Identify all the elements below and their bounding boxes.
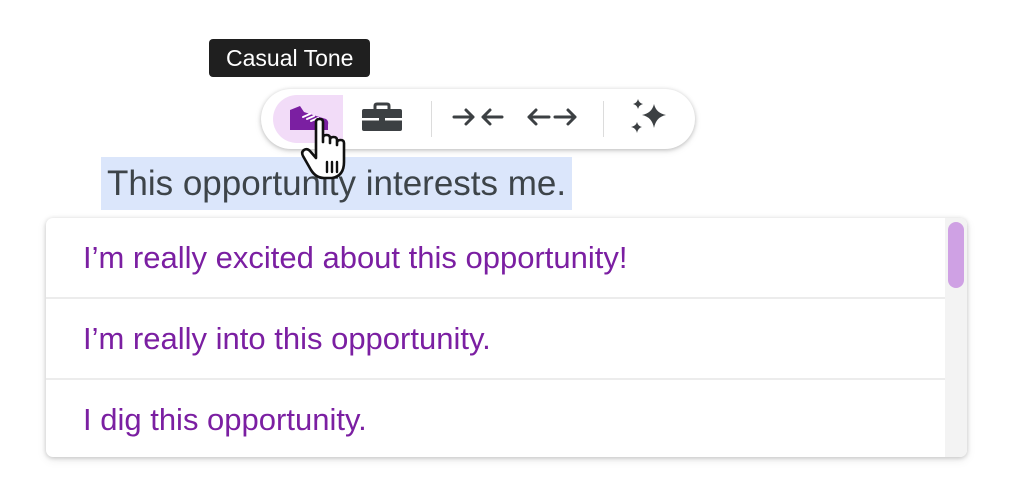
suggestion-item[interactable]: I’m really into this opportunity. [46,299,945,379]
hand-cursor-icon [300,117,360,184]
editor-canvas: Casual Tone This opportunity interests m… [0,0,1024,500]
suggestions-list: I’m really excited about this opportunit… [46,218,967,457]
toolbar-divider [603,101,604,137]
shorten-button[interactable] [445,95,511,143]
suggestion-item[interactable]: I dig this opportunity. [46,380,945,457]
rephrase-button[interactable] [617,95,683,143]
tooltip-text: Casual Tone [226,45,354,71]
tooltip: Casual Tone [209,39,371,77]
suggestion-text: I’m really into this opportunity. [83,321,491,356]
briefcase-icon [360,101,404,138]
sparkle-icon [628,98,672,141]
scrollbar-thumb[interactable] [948,222,964,288]
suggestion-text: I’m really excited about this opportunit… [83,240,628,275]
elaborate-icon [525,105,579,134]
shorten-icon [451,105,505,134]
suggestion-item[interactable]: I’m really excited about this opportunit… [46,218,945,298]
suggestion-text: I dig this opportunity. [83,402,367,437]
toolbar-divider [431,101,432,137]
scrollbar-track[interactable] [945,218,967,457]
elaborate-button[interactable] [519,95,585,143]
